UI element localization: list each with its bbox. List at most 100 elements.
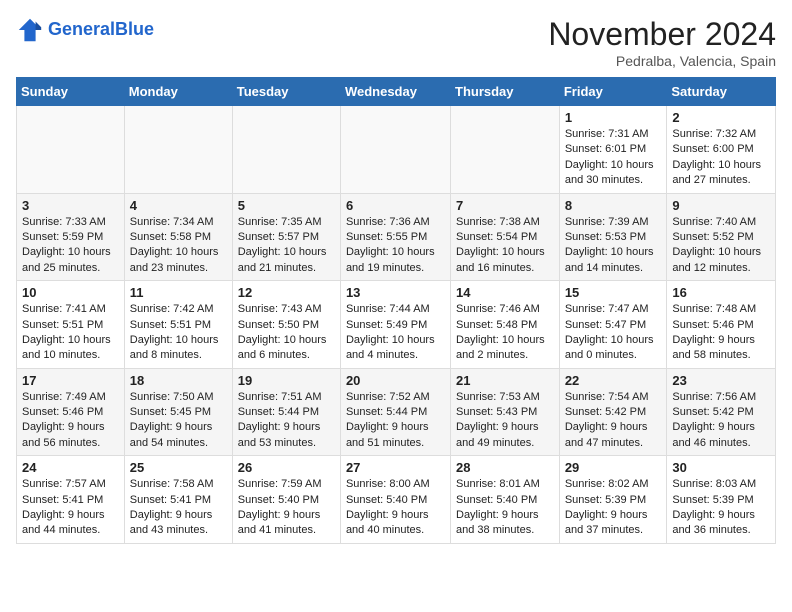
logo-icon <box>16 16 44 44</box>
day-number: 12 <box>238 285 335 300</box>
calendar-cell: 17Sunrise: 7:49 AMSunset: 5:46 PMDayligh… <box>17 368 125 456</box>
calendar-cell: 13 Sunrise: 7:44 AMSunset: 5:49 PMDayligh… <box>340 281 450 369</box>
day-number: 30 <box>672 460 770 475</box>
day-info: Sunrise: 8:01 AMSunset: 5:40 PMDaylight:… <box>456 477 554 539</box>
calendar-cell: 2 Sunrise: 7:32 AMSunset: 6:00 PMDaylight… <box>667 106 776 194</box>
weekday-header: Saturday <box>667 78 776 106</box>
logo: GeneralBlue <box>16 16 154 44</box>
calendar-cell: 27 Sunrise: 8:00 AMSunset: 5:40 PMDayligh… <box>340 456 450 544</box>
calendar-cell: 21 Sunrise: 7:53 AMSunset: 5:43 PMDayligh… <box>451 368 560 456</box>
calendar-week-row: 10 Sunrise: 7:41 AMSunset: 5:51 PMDayligh… <box>17 281 776 369</box>
calendar-cell: 7Sunrise: 7:38 AMSunset: 5:54 PMDaylight… <box>451 193 560 281</box>
weekday-header: Monday <box>124 78 232 106</box>
calendar-cell: 28 Sunrise: 8:01 AMSunset: 5:40 PMDayligh… <box>451 456 560 544</box>
day-number: 14 <box>456 285 554 300</box>
calendar-cell: 25 Sunrise: 7:58 AMSunset: 5:41 PMDayligh… <box>124 456 232 544</box>
calendar-cell: 6Sunrise: 7:36 AMSunset: 5:55 PMDaylight… <box>340 193 450 281</box>
calendar-cell: 18Sunrise: 7:50 AMSunset: 5:45 PMDayligh… <box>124 368 232 456</box>
day-number: 21 <box>456 373 554 388</box>
calendar-week-row: 17Sunrise: 7:49 AMSunset: 5:46 PMDayligh… <box>17 368 776 456</box>
day-number: 8 <box>565 198 662 213</box>
day-number: 29 <box>565 460 662 475</box>
day-number: 13 <box>346 285 445 300</box>
day-info: Sunrise: 7:48 AMSunset: 5:46 PMDaylight:… <box>672 302 770 364</box>
day-number: 1 <box>565 110 662 125</box>
calendar-week-row: 1 Sunrise: 7:31 AMSunset: 6:01 PMDaylight… <box>17 106 776 194</box>
calendar-cell: 9 Sunrise: 7:40 AMSunset: 5:52 PMDaylight… <box>667 193 776 281</box>
day-number: 11 <box>130 285 227 300</box>
day-number: 15 <box>565 285 662 300</box>
calendar-cell: 5 Sunrise: 7:35 AMSunset: 5:57 PMDaylight… <box>232 193 340 281</box>
day-info: Sunrise: 7:42 AMSunset: 5:51 PMDaylight:… <box>130 302 227 364</box>
day-number: 7 <box>456 198 554 213</box>
day-number: 22 <box>565 373 662 388</box>
day-number: 24 <box>22 460 119 475</box>
calendar-cell: 29 Sunrise: 8:02 AMSunset: 5:39 PMDayligh… <box>559 456 667 544</box>
calendar-cell: 30 Sunrise: 8:03 AMSunset: 5:39 PMDayligh… <box>667 456 776 544</box>
day-info: Sunrise: 7:47 AMSunset: 5:47 PMDaylight:… <box>565 302 662 364</box>
day-number: 16 <box>672 285 770 300</box>
weekday-header: Thursday <box>451 78 560 106</box>
calendar-cell <box>451 106 560 194</box>
day-number: 25 <box>130 460 227 475</box>
day-number: 26 <box>238 460 335 475</box>
day-number: 27 <box>346 460 445 475</box>
calendar-cell: 12 Sunrise: 7:43 AMSunset: 5:50 PMDayligh… <box>232 281 340 369</box>
day-info: Sunrise: 7:43 AMSunset: 5:50 PMDaylight:… <box>238 302 335 364</box>
calendar-cell <box>340 106 450 194</box>
calendar-cell: 3 Sunrise: 7:33 AMSunset: 5:59 PMDaylight… <box>17 193 125 281</box>
day-number: 17 <box>22 373 119 388</box>
calendar-cell <box>232 106 340 194</box>
day-info: Sunrise: 7:36 AMSunset: 5:55 PMDaylight:… <box>346 215 445 277</box>
day-info: Sunrise: 7:57 AMSunset: 5:41 PMDaylight:… <box>22 477 119 539</box>
day-info: Sunrise: 8:02 AMSunset: 5:39 PMDaylight:… <box>565 477 662 539</box>
day-info: Sunrise: 7:31 AMSunset: 6:01 PMDaylight:… <box>565 127 662 189</box>
day-number: 9 <box>672 198 770 213</box>
calendar-cell: 22 Sunrise: 7:54 AMSunset: 5:42 PMDayligh… <box>559 368 667 456</box>
day-info: Sunrise: 7:51 AMSunset: 5:44 PMDaylight:… <box>238 390 335 452</box>
weekday-header-row: SundayMondayTuesdayWednesdayThursdayFrid… <box>17 78 776 106</box>
day-number: 5 <box>238 198 335 213</box>
month-title: November 2024 <box>548 16 776 53</box>
calendar-cell: 15 Sunrise: 7:47 AMSunset: 5:47 PMDayligh… <box>559 281 667 369</box>
day-number: 23 <box>672 373 770 388</box>
day-info: Sunrise: 7:35 AMSunset: 5:57 PMDaylight:… <box>238 215 335 277</box>
calendar-cell: 14 Sunrise: 7:46 AMSunset: 5:48 PMDayligh… <box>451 281 560 369</box>
day-number: 20 <box>346 373 445 388</box>
calendar-cell: 10 Sunrise: 7:41 AMSunset: 5:51 PMDayligh… <box>17 281 125 369</box>
calendar-week-row: 24 Sunrise: 7:57 AMSunset: 5:41 PMDayligh… <box>17 456 776 544</box>
day-info: Sunrise: 7:41 AMSunset: 5:51 PMDaylight:… <box>22 302 119 364</box>
calendar-cell: 20Sunrise: 7:52 AMSunset: 5:44 PMDayligh… <box>340 368 450 456</box>
calendar-cell: 11 Sunrise: 7:42 AMSunset: 5:51 PMDayligh… <box>124 281 232 369</box>
day-number: 10 <box>22 285 119 300</box>
day-number: 2 <box>672 110 770 125</box>
day-info: Sunrise: 7:58 AMSunset: 5:41 PMDaylight:… <box>130 477 227 539</box>
day-info: Sunrise: 7:53 AMSunset: 5:43 PMDaylight:… <box>456 390 554 452</box>
day-number: 3 <box>22 198 119 213</box>
calendar-cell: 1 Sunrise: 7:31 AMSunset: 6:01 PMDaylight… <box>559 106 667 194</box>
day-info: Sunrise: 7:46 AMSunset: 5:48 PMDaylight:… <box>456 302 554 364</box>
calendar-cell <box>17 106 125 194</box>
calendar-table: SundayMondayTuesdayWednesdayThursdayFrid… <box>16 77 776 544</box>
day-number: 4 <box>130 198 227 213</box>
day-info: Sunrise: 8:00 AMSunset: 5:40 PMDaylight:… <box>346 477 445 539</box>
calendar-week-row: 3 Sunrise: 7:33 AMSunset: 5:59 PMDaylight… <box>17 193 776 281</box>
day-number: 28 <box>456 460 554 475</box>
title-block: November 2024 Pedralba, Valencia, Spain <box>548 16 776 69</box>
weekday-header: Wednesday <box>340 78 450 106</box>
calendar-cell: 19Sunrise: 7:51 AMSunset: 5:44 PMDayligh… <box>232 368 340 456</box>
day-info: Sunrise: 7:44 AMSunset: 5:49 PMDaylight:… <box>346 302 445 364</box>
day-info: Sunrise: 8:03 AMSunset: 5:39 PMDaylight:… <box>672 477 770 539</box>
calendar-cell: 26 Sunrise: 7:59 AMSunset: 5:40 PMDayligh… <box>232 456 340 544</box>
calendar-cell: 16 Sunrise: 7:48 AMSunset: 5:46 PMDayligh… <box>667 281 776 369</box>
calendar-cell: 8Sunrise: 7:39 AMSunset: 5:53 PMDaylight… <box>559 193 667 281</box>
weekday-header: Friday <box>559 78 667 106</box>
day-info: Sunrise: 7:33 AMSunset: 5:59 PMDaylight:… <box>22 215 119 277</box>
day-info: Sunrise: 7:40 AMSunset: 5:52 PMDaylight:… <box>672 215 770 277</box>
page-header: GeneralBlue November 2024 Pedralba, Vale… <box>16 16 776 69</box>
day-number: 18 <box>130 373 227 388</box>
day-info: Sunrise: 7:32 AMSunset: 6:00 PMDaylight:… <box>672 127 770 189</box>
calendar-cell: 23Sunrise: 7:56 AMSunset: 5:42 PMDayligh… <box>667 368 776 456</box>
day-info: Sunrise: 7:54 AMSunset: 5:42 PMDaylight:… <box>565 390 662 452</box>
day-info: Sunrise: 7:59 AMSunset: 5:40 PMDaylight:… <box>238 477 335 539</box>
